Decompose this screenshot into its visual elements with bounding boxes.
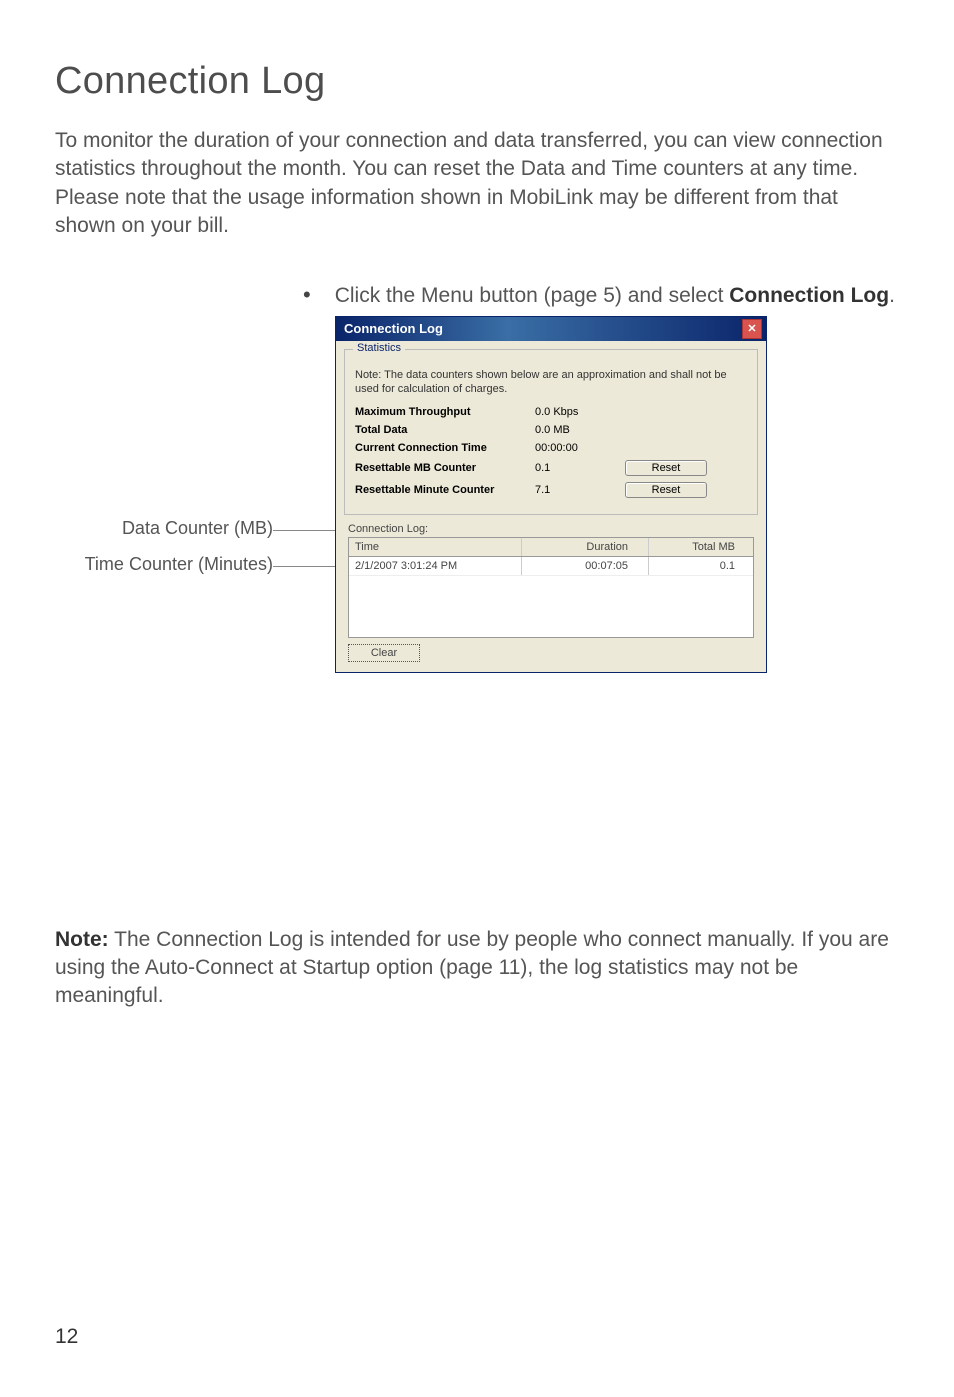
cell-time: 2/1/2007 3:01:24 PM [349, 557, 522, 575]
stat-label: Resettable Minute Counter [355, 484, 535, 496]
dialog-title: Connection Log [344, 321, 443, 336]
log-label: Connection Log: [348, 523, 754, 535]
stat-value: 0.1 [535, 462, 625, 474]
intro-paragraph: To monitor the duration of your connecti… [55, 127, 899, 240]
reset-mb-button[interactable]: Reset [625, 460, 707, 476]
log-table: Time Duration Total MB 2/1/2007 3:01:24 … [348, 537, 754, 638]
reset-min-button[interactable]: Reset [625, 482, 707, 498]
cell-duration: 00:07:05 [522, 557, 649, 575]
stat-value: 0.0 MB [535, 424, 625, 436]
bullet-tail: . [889, 284, 895, 307]
clear-button[interactable]: Clear [348, 644, 420, 662]
group-legend: Statistics [353, 342, 405, 354]
log-header-row: Time Duration Total MB [349, 538, 753, 557]
note-text: The Connection Log is intended for use b… [55, 928, 889, 1008]
stat-value: 7.1 [535, 484, 625, 496]
dialog-titlebar: Connection Log ✕ [336, 317, 766, 341]
table-row[interactable]: 2/1/2007 3:01:24 PM 00:07:05 0.1 [349, 557, 753, 576]
bullet-lead: Click the Menu button (page 5) and selec… [335, 284, 730, 307]
connection-log-dialog: Connection Log ✕ Statistics Note: The da… [335, 316, 767, 674]
close-icon[interactable]: ✕ [742, 319, 762, 339]
stat-label: Maximum Throughput [355, 406, 535, 418]
stat-label: Total Data [355, 424, 535, 436]
stat-max-throughput: Maximum Throughput 0.0 Kbps [355, 406, 747, 418]
note-bold: Note: [55, 928, 109, 951]
col-time[interactable]: Time [349, 538, 522, 556]
stat-total-data: Total Data 0.0 MB [355, 424, 747, 436]
stat-label: Current Connection Time [355, 442, 535, 454]
statistics-group: Statistics Note: The data counters shown… [344, 349, 758, 516]
bullet-icon: • [303, 282, 311, 308]
stat-mb-counter: Resettable MB Counter 0.1 Reset [355, 460, 747, 476]
col-duration[interactable]: Duration [522, 538, 649, 556]
callout-time-counter: Time Counter (Minutes) [55, 554, 273, 575]
cell-total-mb: 0.1 [649, 557, 753, 575]
stat-value: 00:00:00 [535, 442, 625, 454]
page-number: 12 [55, 1325, 78, 1349]
stat-conn-time: Current Connection Time 00:00:00 [355, 442, 747, 454]
stats-note: Note: The data counters shown below are … [355, 368, 747, 397]
stat-label: Resettable MB Counter [355, 462, 535, 474]
instruction-bullet: • Click the Menu button (page 5) and sel… [303, 282, 899, 309]
callout-line-min [273, 566, 335, 567]
bullet-bold: Connection Log [729, 284, 889, 307]
stat-min-counter: Resettable Minute Counter 7.1 Reset [355, 482, 747, 498]
callout-line-mb [273, 530, 335, 531]
log-body: 2/1/2007 3:01:24 PM 00:07:05 0.1 [349, 557, 753, 637]
bullet-text: Click the Menu button (page 5) and selec… [335, 282, 895, 309]
page-heading: Connection Log [55, 60, 899, 103]
col-total-mb[interactable]: Total MB [649, 538, 753, 556]
callout-data-counter: Data Counter (MB) [55, 518, 273, 539]
stat-value: 0.0 Kbps [535, 406, 625, 418]
note-paragraph: Note: The Connection Log is intended for… [55, 926, 899, 1011]
